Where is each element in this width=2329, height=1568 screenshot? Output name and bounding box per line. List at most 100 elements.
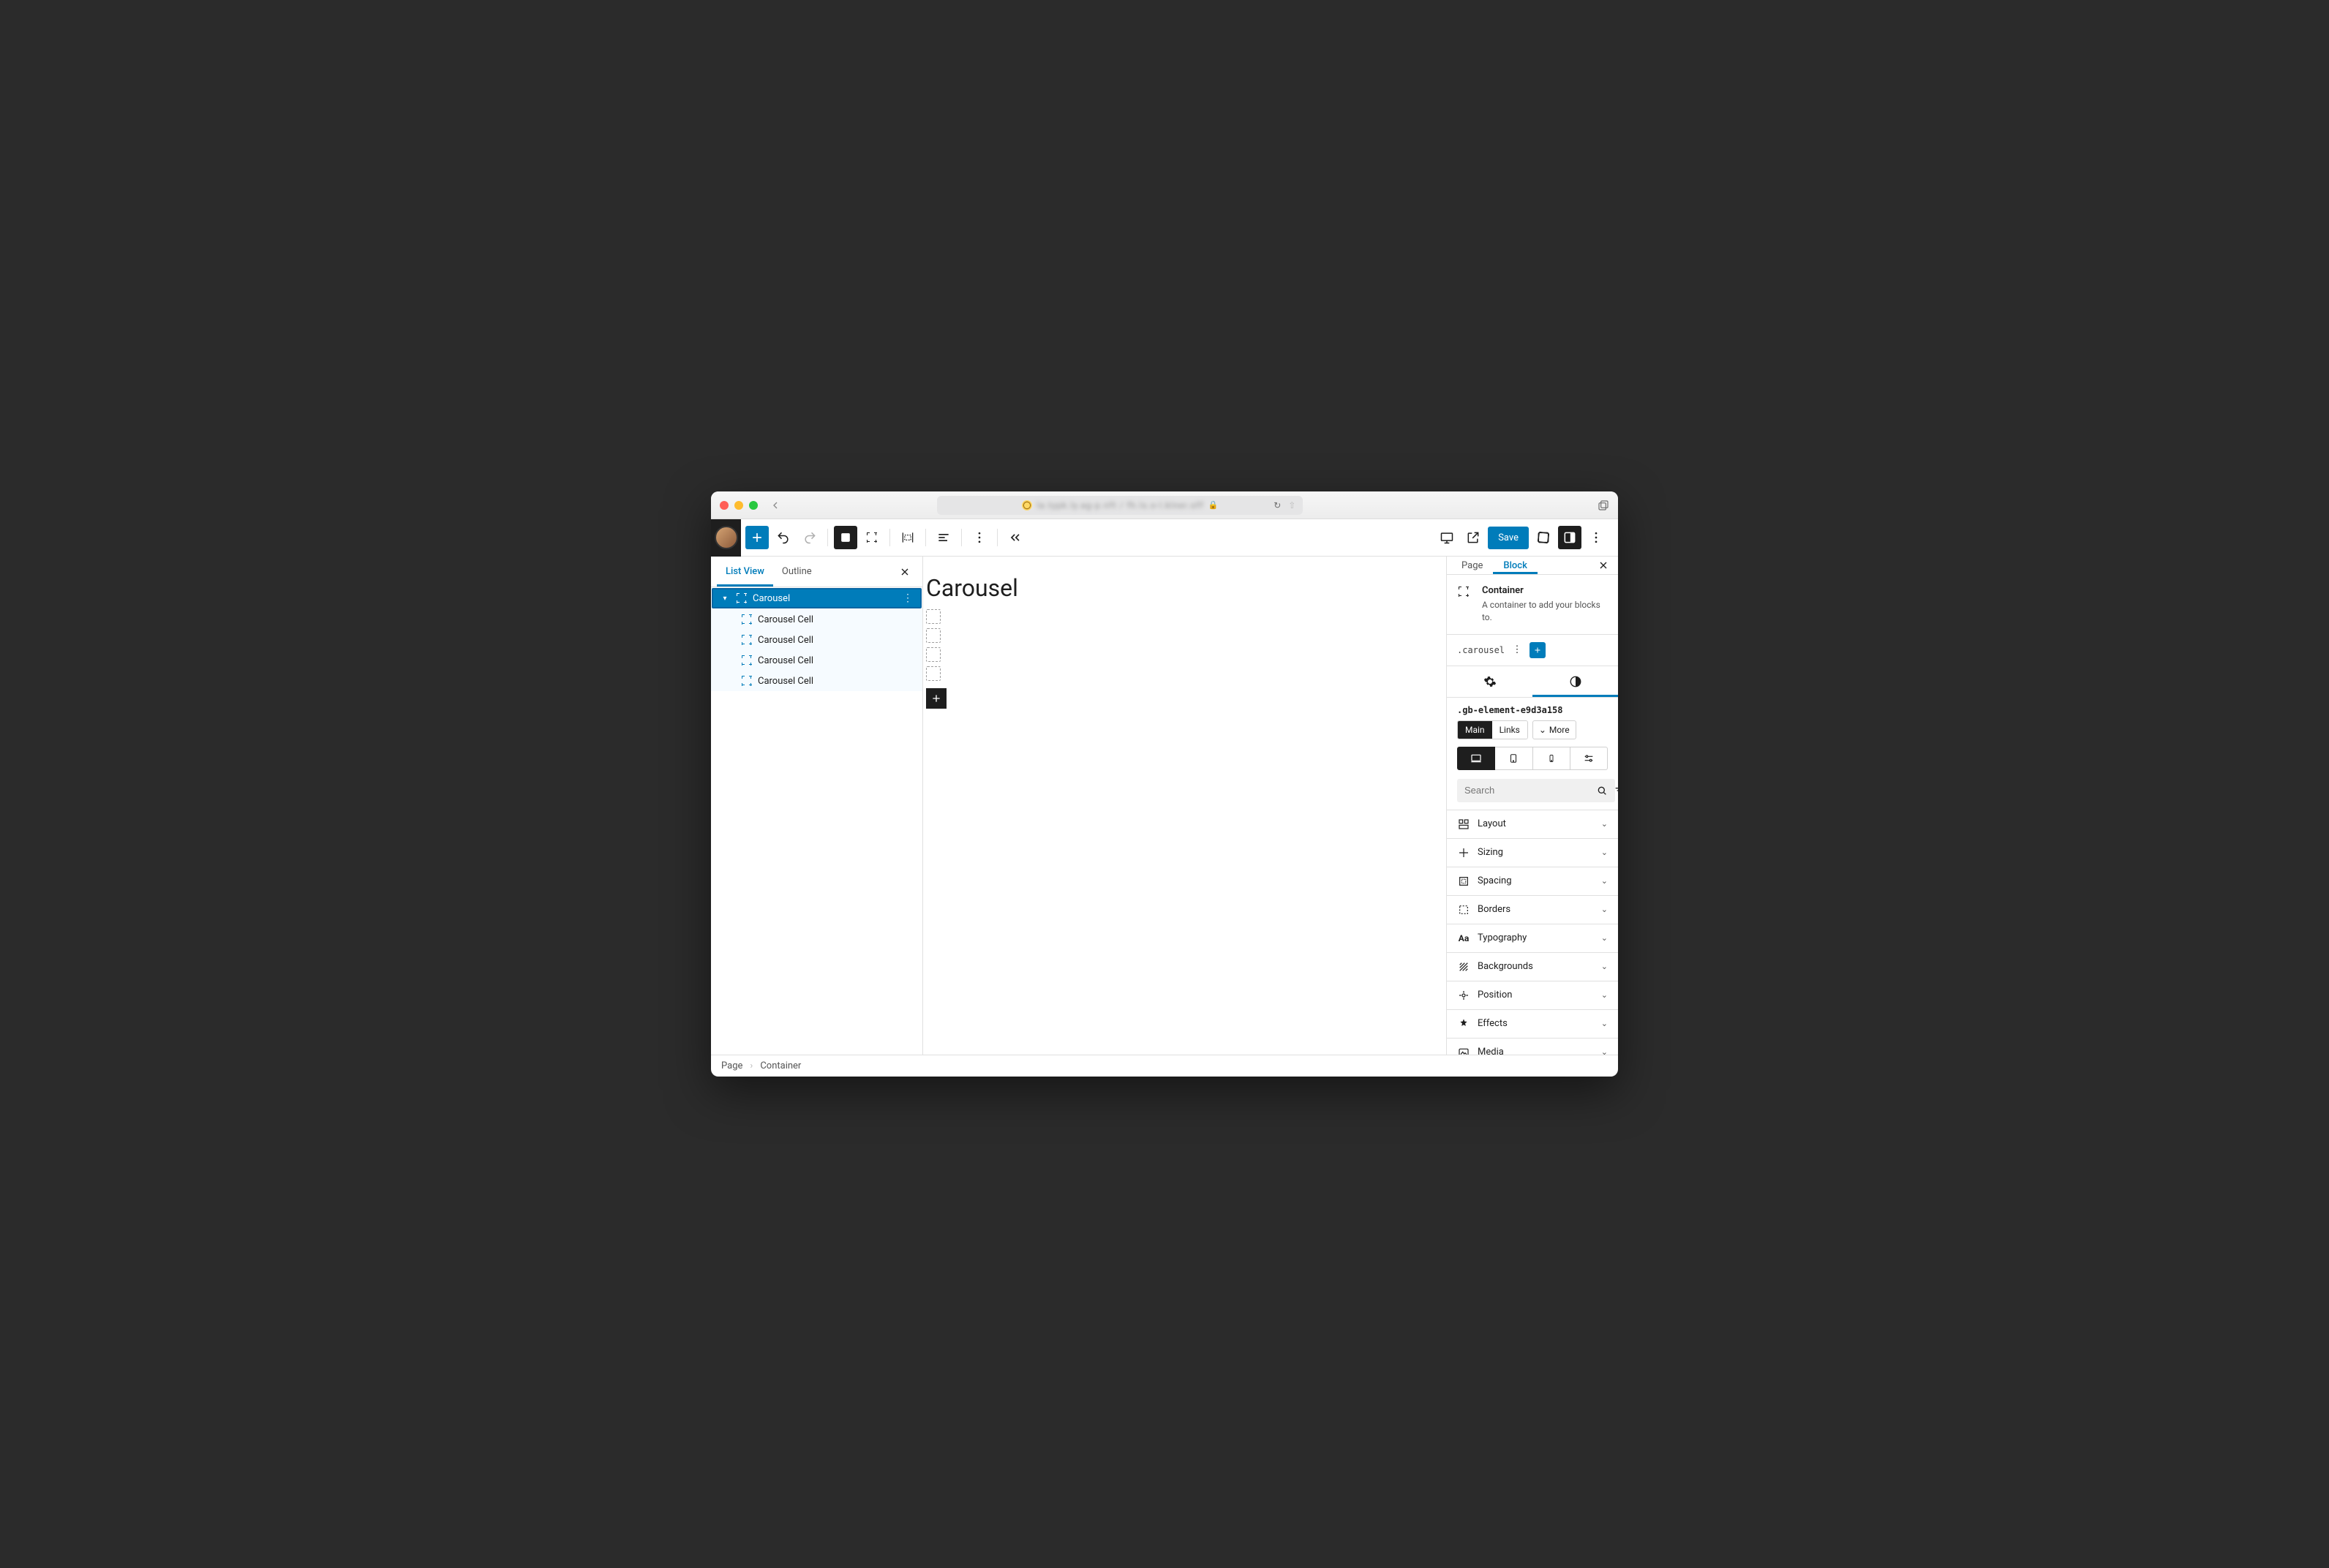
carousel-cell-placeholder[interactable] xyxy=(926,609,941,624)
container-icon xyxy=(740,654,753,667)
breadcrumb-current[interactable]: Container xyxy=(760,1060,801,1071)
section-typography[interactable]: Aa Typography ⌄ xyxy=(1447,924,1618,952)
list-view-panel: List View Outline ▾ Carousel ⋮ Carousel … xyxy=(711,557,923,1055)
chevron-down-icon: ⌄ xyxy=(1601,962,1608,971)
carousel-cell-placeholder[interactable] xyxy=(926,647,941,662)
tree-row-options-button[interactable]: ⋮ xyxy=(903,592,913,604)
favicon-icon xyxy=(1022,500,1032,510)
filter-icon[interactable] xyxy=(1614,785,1618,796)
open-preview-button[interactable] xyxy=(1461,526,1485,549)
contrast-icon xyxy=(1569,675,1582,688)
close-left-panel-button[interactable] xyxy=(893,563,917,581)
avatar-icon xyxy=(715,526,738,549)
class-selector-chip[interactable]: .carousel xyxy=(1457,645,1505,655)
tab-block[interactable]: Block xyxy=(1493,557,1537,574)
tree-label: Carousel Cell xyxy=(758,635,813,646)
section-layout[interactable]: Layout ⌄ xyxy=(1447,810,1618,838)
block-card: Container A container to add your blocks… xyxy=(1447,575,1618,635)
subtab-styles[interactable] xyxy=(1532,666,1618,697)
block-options-button[interactable] xyxy=(968,526,991,549)
pill-main[interactable]: Main xyxy=(1458,721,1492,739)
carousel-cell-placeholder[interactable] xyxy=(926,666,941,681)
tree-row-cell[interactable]: Carousel Cell xyxy=(711,630,922,650)
tab-outline[interactable]: Outline xyxy=(773,557,821,587)
editor-canvas[interactable]: Carousel xyxy=(923,557,1446,1055)
chevron-down-icon: ⌄ xyxy=(1601,1047,1608,1055)
view-desktop-button[interactable] xyxy=(1435,526,1459,549)
container-icon xyxy=(740,674,753,687)
device-mobile-button[interactable] xyxy=(1533,747,1570,770)
select-parent-button[interactable] xyxy=(860,526,884,549)
share-icon[interactable]: ⇧ xyxy=(1288,500,1295,510)
tree-row-cell[interactable]: Carousel Cell xyxy=(711,609,922,630)
save-button[interactable]: Save xyxy=(1488,527,1529,549)
tree-row-carousel[interactable]: ▾ Carousel ⋮ xyxy=(712,588,922,608)
browser-url-bar[interactable]: la.typk.ly.ag-p.nft / fh.ls.o-l.klner.of… xyxy=(937,496,1303,515)
pill-more[interactable]: ⌄ More xyxy=(1532,720,1576,739)
section-media[interactable]: Media ⌄ xyxy=(1447,1038,1618,1055)
layout-icon xyxy=(1457,818,1470,831)
container-icon xyxy=(1457,585,1473,601)
inspector-panel: Page Block Container A container to add … xyxy=(1446,557,1618,1055)
browser-tabs-icon[interactable] xyxy=(1598,500,1609,511)
state-pills: Main Links ⌄ More xyxy=(1447,720,1618,747)
styles-search-input[interactable] xyxy=(1457,779,1615,802)
section-spacing[interactable]: Spacing ⌄ xyxy=(1447,867,1618,895)
editor-options-button[interactable] xyxy=(1584,526,1608,549)
tree-row-cell[interactable]: Carousel Cell xyxy=(711,650,922,671)
collapse-toolbar-button[interactable] xyxy=(1004,526,1027,549)
maximize-window-button[interactable] xyxy=(749,501,758,510)
tree-label: Carousel Cell xyxy=(758,655,813,666)
chevron-down-icon: ⌄ xyxy=(1601,990,1608,1000)
editor-toolbar: Save xyxy=(711,519,1618,557)
breadcrumb-root[interactable]: Page xyxy=(721,1060,742,1071)
carousel-cell-placeholder[interactable] xyxy=(926,628,941,643)
close-inspector-button[interactable] xyxy=(1593,557,1614,574)
page-title[interactable]: Carousel xyxy=(926,574,1443,602)
device-tablet-button[interactable] xyxy=(1495,747,1532,770)
settings-sidebar-button[interactable] xyxy=(1558,526,1581,549)
position-icon xyxy=(1457,989,1470,1002)
dashed-square-icon xyxy=(865,531,878,544)
container-icon xyxy=(740,633,753,647)
borders-icon xyxy=(1457,903,1470,916)
chevron-down-icon: ⌄ xyxy=(1601,905,1608,914)
minimize-window-button[interactable] xyxy=(734,501,743,510)
effects-icon xyxy=(1457,1017,1470,1030)
styles-panel-button[interactable] xyxy=(1532,526,1555,549)
reload-icon[interactable]: ↻ xyxy=(1273,500,1281,510)
add-block-button[interactable] xyxy=(745,526,769,549)
container-icon xyxy=(735,592,748,605)
subtab-settings[interactable] xyxy=(1447,666,1532,697)
element-selector: .gb-element-e9d3a158 xyxy=(1457,705,1563,715)
align-left-button[interactable] xyxy=(932,526,955,549)
tab-page[interactable]: Page xyxy=(1451,557,1493,574)
device-desktop-button[interactable] xyxy=(1457,747,1495,770)
section-position[interactable]: Position ⌄ xyxy=(1447,981,1618,1009)
site-logo-button[interactable] xyxy=(711,519,741,557)
pill-links[interactable]: Links xyxy=(1492,721,1527,739)
device-more-button[interactable] xyxy=(1570,747,1608,770)
spacing-icon xyxy=(1457,875,1470,888)
element-selector-row: .gb-element-e9d3a158 xyxy=(1447,698,1618,720)
redo-button[interactable] xyxy=(798,526,821,549)
tab-list-view[interactable]: List View xyxy=(717,557,773,587)
wide-align-button[interactable] xyxy=(896,526,919,549)
close-window-button[interactable] xyxy=(720,501,729,510)
section-sizing[interactable]: Sizing ⌄ xyxy=(1447,838,1618,867)
undo-button[interactable] xyxy=(772,526,795,549)
chevron-down-icon: ⌄ xyxy=(1601,876,1608,886)
add-class-button[interactable] xyxy=(1530,642,1546,658)
tree-row-cell[interactable]: Carousel Cell xyxy=(711,671,922,691)
section-effects[interactable]: Effects ⌄ xyxy=(1447,1009,1618,1038)
breadcrumb: Page › Container xyxy=(711,1055,1618,1077)
class-options-button[interactable]: ⋮ xyxy=(1509,642,1525,658)
app-window: la.typk.ly.ag-p.nft / fh.ls.o-l.klner.of… xyxy=(711,491,1618,1077)
section-borders[interactable]: Borders ⌄ xyxy=(1447,895,1618,924)
chevron-down-icon: ⌄ xyxy=(1539,725,1546,735)
section-backgrounds[interactable]: Backgrounds ⌄ xyxy=(1447,952,1618,981)
browser-back-button[interactable] xyxy=(764,500,787,511)
canvas-add-block-button[interactable] xyxy=(926,688,947,709)
block-description: A container to add your blocks to. xyxy=(1482,599,1608,624)
container-block-button[interactable] xyxy=(834,526,857,549)
